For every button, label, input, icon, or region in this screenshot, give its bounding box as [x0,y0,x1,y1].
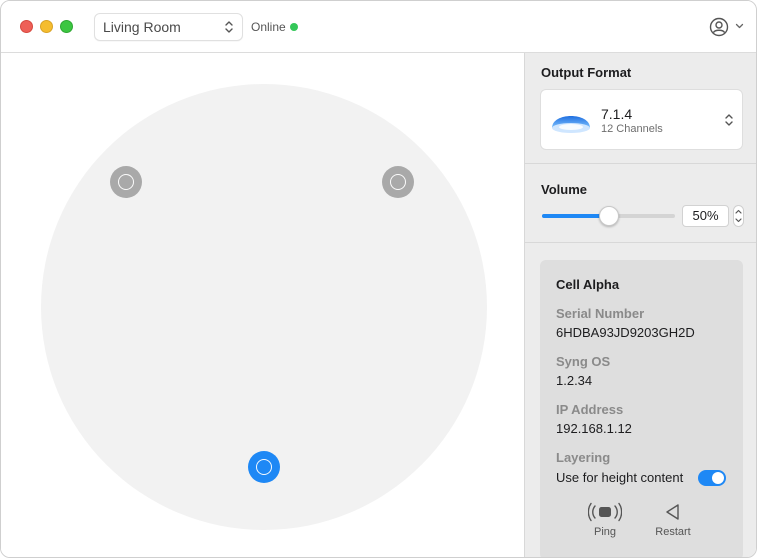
device-name: Cell Alpha [556,277,620,292]
speaker-ring-icon [118,174,134,190]
ping-icon [588,502,622,522]
speaker-node-selected[interactable] [248,451,280,483]
ping-label: Ping [593,526,617,538]
inspector-sidebar: Output Format 7.1.4 12 Channels Volume 5… [524,53,756,557]
chevron-down-icon[interactable] [735,22,744,30]
volume-value-field[interactable]: 50% [682,205,729,227]
connection-status: Online [251,20,298,34]
title-bar: Living Room Online [1,1,756,53]
section-divider [525,163,756,164]
section-divider [525,242,756,243]
room-select-value: Living Room [103,19,181,35]
restart-icon [666,504,679,520]
output-format-title: Output Format [541,65,632,80]
minimize-window-button[interactable] [40,20,53,33]
serial-number-label: Serial Number [556,306,645,321]
up-down-chevron-icon [725,114,733,126]
os-value: 1.2.34 [556,373,593,388]
volume-stepper[interactable] [733,205,744,227]
serial-number-value: 6HDBA93JD9203GH2D [556,325,695,340]
close-window-button[interactable] [20,20,33,33]
ip-address-value: 192.168.1.12 [556,421,632,436]
speaker-node-2[interactable] [382,166,414,198]
os-label: Syng OS [556,354,611,369]
speaker-ring-icon [390,174,406,190]
layering-toggle[interactable] [698,470,726,486]
output-format-channels: 12 Channels [601,123,663,135]
restart-label: Restart [655,526,691,538]
ip-address-label: IP Address [556,402,624,417]
room-canvas [1,53,524,557]
speaker-ring-icon [256,459,272,475]
volume-slider-thumb[interactable] [598,206,619,226]
app-window: Living Room Online Output Format 7.1.4 1… [0,0,757,558]
status-text: Online [251,20,286,34]
ping-button[interactable]: Ping [580,502,630,538]
speaker-node-1[interactable] [110,166,142,198]
output-format-name: 7.1.4 [601,106,633,122]
zoom-window-button[interactable] [60,20,73,33]
volume-title: Volume [541,182,587,197]
output-format-select[interactable]: 7.1.4 12 Channels [540,89,743,150]
status-indicator [289,23,298,31]
layering-label: Layering [556,450,611,465]
dolby-dome-icon [552,116,590,133]
restart-button[interactable]: Restart [648,502,698,538]
up-down-chevron-icon [225,21,233,33]
device-info-card: Cell Alpha Serial Number 6HDBA93JD9203GH… [540,260,743,557]
room-select[interactable]: Living Room [94,13,243,41]
layering-option-label: Use for height content [556,470,684,485]
account-icon[interactable] [709,17,729,37]
